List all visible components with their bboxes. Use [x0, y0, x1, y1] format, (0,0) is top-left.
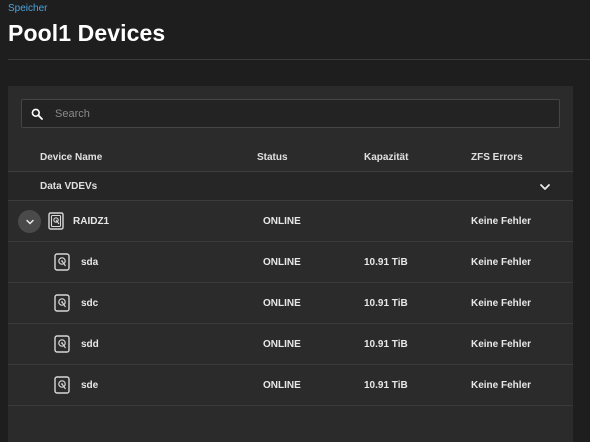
disk-icon: [54, 335, 70, 353]
device-errors: Keine Fehler: [471, 216, 532, 227]
table-row-vdev[interactable]: RAIDZ1 ONLINE Keine Fehler: [8, 201, 573, 242]
device-status: ONLINE: [263, 339, 301, 350]
group-row-data-vdevs[interactable]: Data VDEVs: [8, 172, 573, 201]
devices-card: Device Name Status Kapazität ZFS Errors …: [8, 86, 573, 442]
column-header-device-name[interactable]: Device Name: [40, 152, 102, 163]
device-status: ONLINE: [263, 298, 301, 309]
header-divider: [8, 59, 590, 60]
device-name: sdc: [81, 298, 99, 309]
device-errors: Keine Fehler: [471, 298, 532, 309]
device-capacity: 10.91 TiB: [364, 339, 408, 350]
device-capacity: 10.91 TiB: [364, 380, 408, 391]
search-icon: [31, 108, 43, 120]
table-header: Device Name Status Kapazität ZFS Errors: [8, 143, 573, 172]
device-status: ONLINE: [263, 257, 301, 268]
device-name: sda: [81, 257, 99, 268]
device-errors: Keine Fehler: [471, 380, 532, 391]
search-box[interactable]: [21, 99, 560, 128]
table-row-disk[interactable]: sdd ONLINE 10.91 TiB Keine Fehler: [8, 324, 573, 365]
device-errors: Keine Fehler: [471, 339, 532, 350]
device-status: ONLINE: [263, 380, 301, 391]
column-header-capacity[interactable]: Kapazität: [364, 152, 408, 163]
device-errors: Keine Fehler: [471, 257, 532, 268]
disk-icon: [54, 376, 70, 394]
device-capacity: 10.91 TiB: [364, 298, 408, 309]
device-name: sde: [81, 380, 99, 391]
column-header-zfs-errors[interactable]: ZFS Errors: [471, 152, 523, 163]
table-row-disk[interactable]: sde ONLINE 10.91 TiB Keine Fehler: [8, 365, 573, 406]
column-header-status[interactable]: Status: [257, 152, 288, 163]
disk-icon: [54, 253, 70, 271]
device-name: sdd: [81, 339, 99, 350]
vdev-icon: [48, 212, 64, 230]
page-title: Pool1 Devices: [8, 20, 166, 46]
device-capacity: 10.91 TiB: [364, 257, 408, 268]
device-status: ONLINE: [263, 216, 301, 227]
chevron-down-icon: [25, 219, 34, 224]
group-label: Data VDEVs: [40, 181, 98, 192]
table-row-disk[interactable]: sda ONLINE 10.91 TiB Keine Fehler: [8, 242, 573, 283]
disk-icon: [54, 294, 70, 312]
search-input[interactable]: [43, 100, 559, 127]
table-row-disk[interactable]: sdc ONLINE 10.91 TiB Keine Fehler: [8, 283, 573, 324]
expand-toggle-button[interactable]: [18, 210, 41, 233]
device-name: RAIDZ1: [73, 216, 110, 227]
breadcrumb[interactable]: Speicher: [8, 3, 47, 14]
chevron-down-icon[interactable]: [539, 181, 551, 193]
